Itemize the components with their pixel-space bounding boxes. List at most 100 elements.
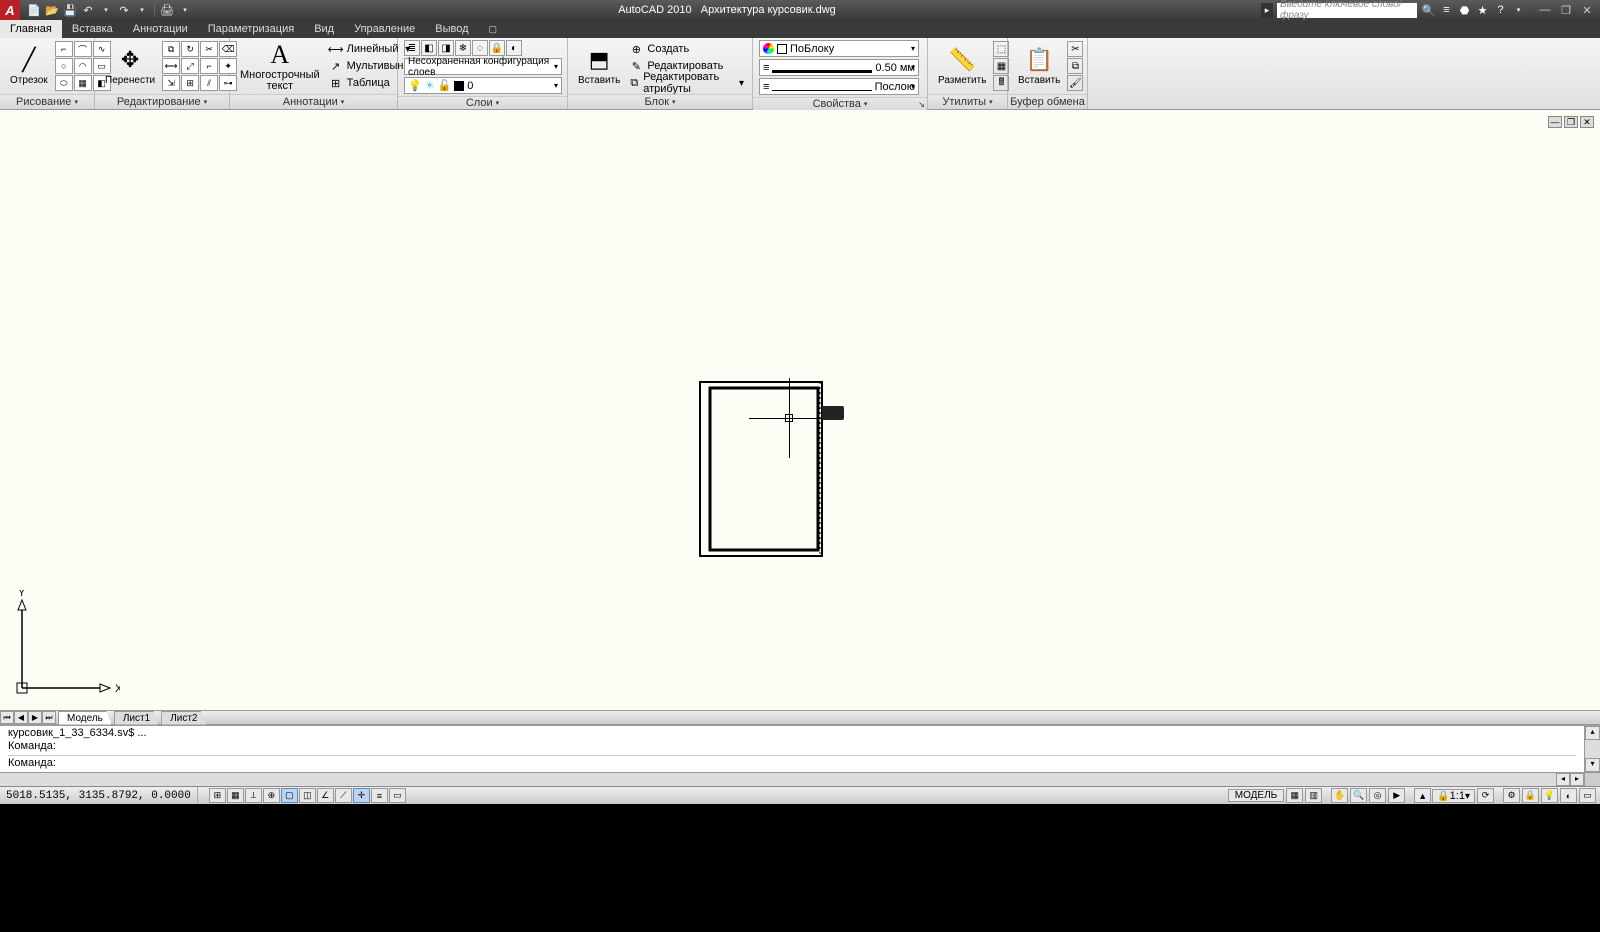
rotate-icon[interactable]: ↻ [181, 41, 199, 57]
showmotion-icon[interactable]: ▶ [1388, 788, 1405, 803]
color-dropdown[interactable]: ПоБлоку [759, 40, 919, 57]
tab-layout2[interactable]: Лист2 [161, 711, 206, 725]
panel-draw-title[interactable]: Рисование▾ [0, 94, 94, 109]
panel-annotation-title[interactable]: Аннотации▾ [230, 94, 397, 109]
paste-button[interactable]: 📋 Вставить [1014, 40, 1064, 92]
arc-icon[interactable]: ⌒ [74, 41, 92, 57]
qp-button[interactable]: ▭ [389, 788, 406, 803]
hatch-icon[interactable]: ▦ [74, 75, 92, 91]
coordinates[interactable]: 5018.5135, 3135.8792, 0.0000 [0, 787, 198, 804]
redo-dropdown-icon[interactable]: ▾ [134, 2, 150, 18]
move-button[interactable]: ✥ Перенести [101, 40, 159, 92]
lwt-button[interactable]: ≡ [371, 788, 388, 803]
save-icon[interactable]: 💾 [62, 2, 78, 18]
quickview-layouts-icon[interactable]: ▦ [1286, 788, 1303, 803]
layer-dropdown[interactable]: 💡☀🔓0 [404, 77, 562, 94]
tab-home[interactable]: Главная [0, 20, 62, 38]
stretch-icon[interactable]: ⇲ [162, 75, 180, 91]
mdi-close-button[interactable]: ✕ [1580, 116, 1594, 128]
nav-last-icon[interactable]: ⏭ [42, 711, 56, 724]
zoom-icon[interactable]: 🔍 [1350, 788, 1367, 803]
scroll-right-icon[interactable]: ▸ [1570, 773, 1584, 786]
matchprops-icon[interactable]: 🖌 [1067, 75, 1083, 91]
tab-annotate[interactable]: Аннотации [123, 20, 198, 38]
tab-output[interactable]: Вывод [425, 20, 478, 38]
help-icon[interactable]: ? [1493, 3, 1508, 18]
subscription-icon[interactable]: ⬣ [1457, 3, 1472, 18]
cmd-scrollbar[interactable]: ▴ ▾ [1584, 726, 1600, 772]
cmd-h-scrollbar[interactable]: ◂ ▸ [0, 772, 1600, 786]
annoscale-toggle-icon[interactable]: ▲ [1414, 788, 1431, 803]
copy-icon[interactable]: ⧉ [162, 41, 180, 57]
search-toggle-icon[interactable]: ▸ [1261, 3, 1273, 18]
print-icon[interactable]: 🖨 [159, 2, 175, 18]
isolate-objects-icon[interactable]: ◐ [1560, 788, 1577, 803]
panel-modify-title[interactable]: Редактирование▾ [95, 94, 229, 109]
layer-lock-icon[interactable]: 🔒 [489, 40, 505, 56]
copyclip-icon[interactable]: ⧉ [1067, 58, 1083, 74]
search-icon[interactable]: 🔍 [1421, 3, 1436, 18]
maximize-button[interactable]: ❐ [1557, 3, 1575, 17]
pan-icon[interactable]: ✋ [1331, 788, 1348, 803]
nav-first-icon[interactable]: ⏮ [0, 711, 14, 724]
favorites-icon[interactable]: ★ [1475, 3, 1490, 18]
undo-dropdown-icon[interactable]: ▾ [98, 2, 114, 18]
dyn-button[interactable]: ✛ [353, 788, 370, 803]
osnap-button[interactable]: ▢ [281, 788, 298, 803]
quickview-drawings-icon[interactable]: ▥ [1305, 788, 1322, 803]
grid-button[interactable]: ▦ [227, 788, 244, 803]
offset-icon[interactable]: ⫽ [200, 75, 218, 91]
layer-off-icon[interactable]: ◌ [472, 40, 488, 56]
cut-icon[interactable]: ✂ [1067, 41, 1083, 57]
app-icon[interactable]: A [0, 0, 20, 20]
ortho-button[interactable]: ⟂ [245, 788, 262, 803]
polar-button[interactable]: ⊕ [263, 788, 280, 803]
workspace-switch-icon[interactable]: ⚙ [1503, 788, 1520, 803]
tab-insert[interactable]: Вставка [62, 20, 123, 38]
snap-button[interactable]: ⊞ [209, 788, 226, 803]
steering-wheel-icon[interactable]: ◎ [1369, 788, 1386, 803]
edit-attrib-button[interactable]: ⧉Редактировать атрибуты ▾ [627, 75, 746, 91]
panel-layers-title[interactable]: Слои▾ [398, 96, 567, 109]
panel-util-title[interactable]: Утилиты▾ [928, 94, 1007, 109]
annoscale-sync-icon[interactable]: ⟳ [1477, 788, 1494, 803]
scale-icon[interactable]: ⤢ [181, 58, 199, 74]
command-window[interactable]: курсовик_1_33_6334.sv$ ... Команда: Кома… [0, 725, 1600, 772]
layer-state-dropdown[interactable]: Несохраненная конфигурация слоев [404, 58, 562, 75]
minimize-button[interactable]: — [1536, 3, 1554, 17]
hardware-accel-icon[interactable]: 💡 [1541, 788, 1558, 803]
create-block-button[interactable]: ⊕Создать [627, 41, 746, 57]
3dosnap-button[interactable]: ◫ [299, 788, 316, 803]
lineweight-dropdown[interactable]: ≡0.50 мм [759, 59, 919, 76]
otrack-button[interactable]: ∠ [317, 788, 334, 803]
mdi-restore-button[interactable]: ❐ [1564, 116, 1578, 128]
nav-next-icon[interactable]: ▶ [28, 711, 42, 724]
cmd-prompt[interactable]: Команда: [8, 755, 1576, 770]
tab-view[interactable]: Вид [304, 20, 344, 38]
layer-states-icon[interactable]: ◧ [421, 40, 437, 56]
tab-model[interactable]: Модель [58, 711, 112, 725]
comm-center-icon[interactable]: ≡ [1439, 3, 1454, 18]
array-icon[interactable]: ⊞ [181, 75, 199, 91]
layer-iso-icon[interactable]: ◨ [438, 40, 454, 56]
ribbon-minimize-icon[interactable]: ▢ [479, 20, 508, 38]
fillet-icon[interactable]: ⌐ [200, 58, 218, 74]
tab-manage[interactable]: Управление [344, 20, 425, 38]
new-icon[interactable]: 📄 [26, 2, 42, 18]
ducs-button[interactable]: ⟋ [335, 788, 352, 803]
ellipse-arc-icon[interactable]: ◠ [74, 58, 92, 74]
ellipse-icon[interactable]: ⬭ [55, 75, 73, 91]
mtext-button[interactable]: A Многострочныйтекст [236, 40, 324, 92]
help-dropdown-icon[interactable]: ▾ [1511, 3, 1526, 18]
layer-props-icon[interactable]: ≣ [404, 40, 420, 56]
scroll-down-icon[interactable]: ▾ [1585, 758, 1600, 772]
mdi-minimize-button[interactable]: — [1548, 116, 1562, 128]
tab-parametric[interactable]: Параметризация [198, 20, 304, 38]
resize-grip-icon[interactable] [1584, 773, 1600, 786]
model-space-button[interactable]: МОДЕЛЬ [1228, 789, 1284, 802]
insert-block-button[interactable]: ⬒ Вставить [574, 40, 624, 92]
qat-customize-icon[interactable]: ▾ [177, 2, 193, 18]
undo-icon[interactable]: ↶ [80, 2, 96, 18]
open-icon[interactable]: 📂 [44, 2, 60, 18]
panel-props-title[interactable]: Свойства▾↘ [753, 97, 927, 110]
